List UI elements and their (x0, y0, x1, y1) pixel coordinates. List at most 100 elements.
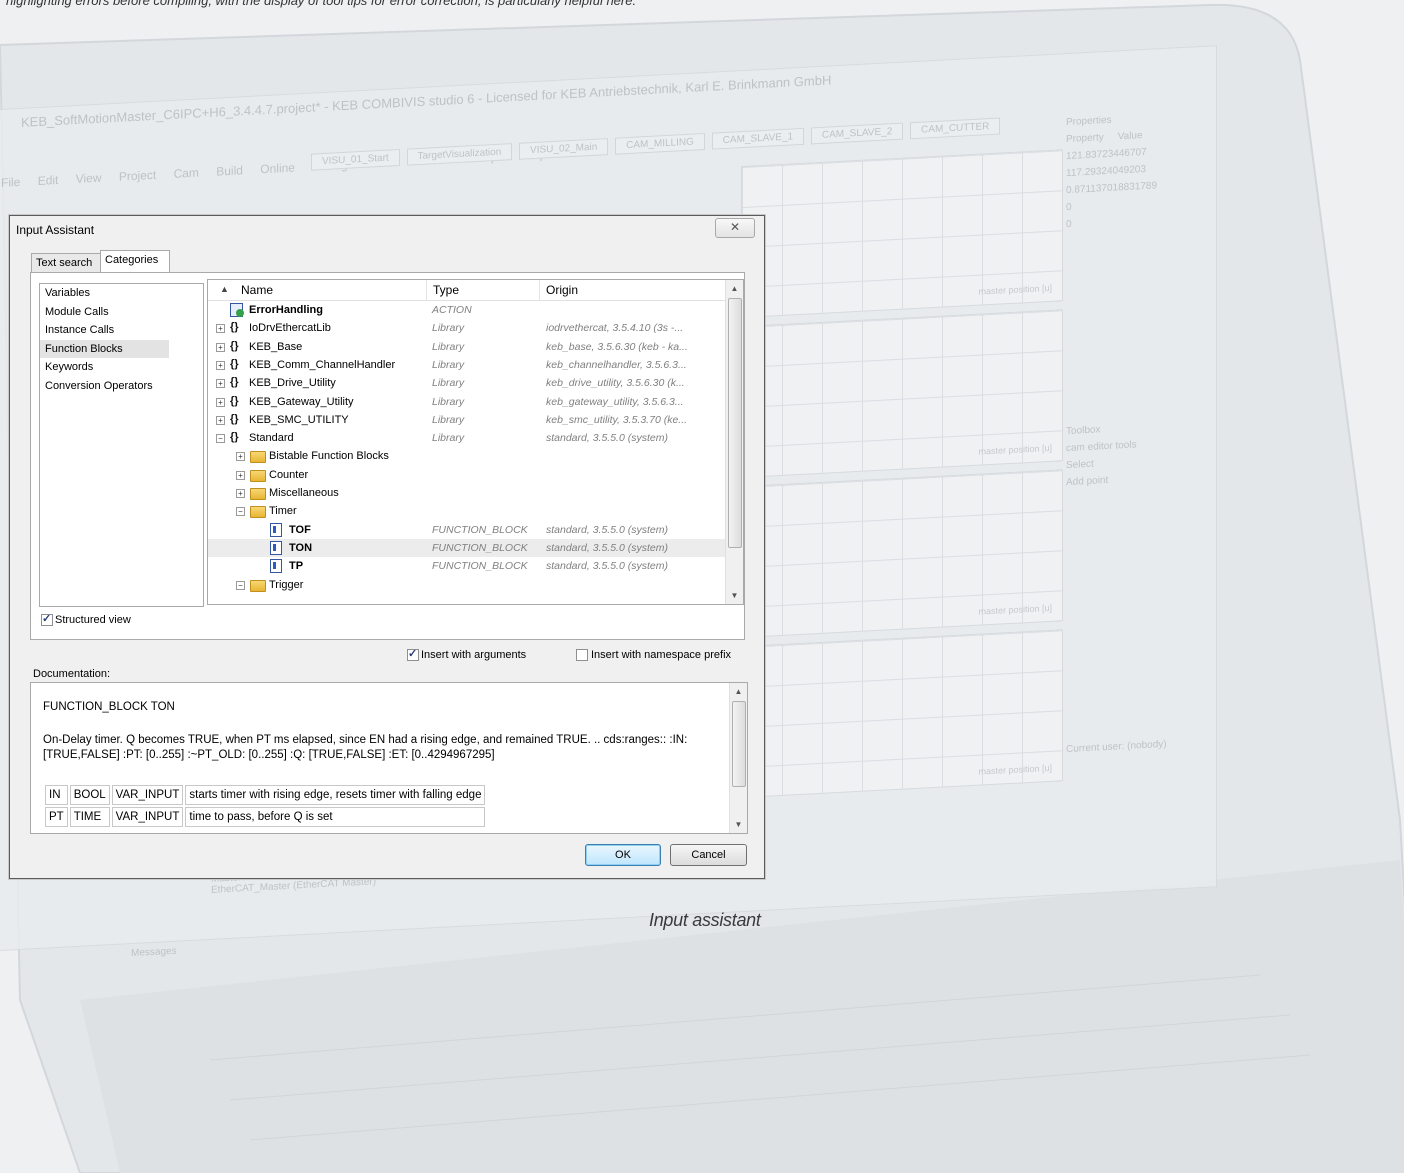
tree-row-name: Bistable Function Blocks (269, 450, 389, 463)
tree-row[interactable]: TON FUNCTION_BLOCK standard, 3.5.5.0 (syst… (208, 538, 725, 558)
expand-icon[interactable]: + (236, 452, 245, 462)
tree-row-name: Counter (269, 468, 309, 481)
tree-row[interactable]: + {} IoDrvEthercatLib Library iodrvethercat,… (208, 319, 725, 337)
tree-row[interactable]: − Trigger (208, 576, 725, 594)
background-cam-plot: master position [u] (741, 629, 1063, 799)
tree-row-origin: iodrvethercat, 3.5.4.10 (3s -... (546, 322, 684, 335)
bg-tab: CAM_MILLING (615, 133, 705, 155)
bg-axis-label: master position [u] (978, 442, 1052, 457)
tree-row-type: FUNCTION_BLOCK (432, 560, 528, 573)
tree-row[interactable]: + {} KEB_Comm_ChannelHandler Library keb_cha… (208, 356, 725, 374)
tree-row[interactable]: − Timer (208, 502, 725, 520)
tree-row[interactable]: −{} Standard Library standard, 3.5.5.0 (sys… (208, 429, 725, 447)
tree-row[interactable]: + Counter (208, 466, 725, 484)
dialog-title: Input Assistant (16, 223, 95, 237)
tab-text-search[interactable]: Text search (31, 253, 104, 272)
category-item[interactable]: Keywords (40, 358, 203, 377)
tree-row[interactable]: + Bistable Function Blocks (208, 447, 725, 465)
tree-row-name: KEB_Gateway_Utility (249, 395, 354, 408)
category-list[interactable]: Variables Module Calls Instance Calls Fu… (39, 283, 204, 607)
bg-menu-online: Online (260, 160, 295, 177)
tree-header: ▲ Name Type Origin (208, 280, 725, 301)
structured-view-checkbox[interactable] (41, 612, 53, 626)
expand-icon[interactable]: + (236, 489, 245, 498)
folder-icon (250, 451, 266, 464)
tree-row[interactable]: TOF FUNCTION_BLOCK standard, 3.5.5.0 (syst… (208, 521, 725, 539)
background-cam-plot: master position [u] (741, 149, 1063, 319)
insert-with-arguments-checkbox[interactable] (407, 647, 419, 661)
bg-prop-col: Property (1066, 132, 1104, 146)
scroll-thumb[interactable] (732, 701, 746, 787)
action-icon (230, 303, 244, 317)
category-item[interactable]: Module Calls (40, 303, 203, 322)
collapse-icon[interactable]: − (236, 580, 245, 590)
insert-with-namespace-checkbox[interactable] (576, 649, 588, 661)
tree-row-name: Trigger (269, 578, 304, 591)
collapse-icon[interactable]: − (236, 507, 245, 517)
param-type: BOOL (69, 785, 110, 805)
tab-categories[interactable]: Categories (100, 250, 170, 272)
insert-with-namespace-label: Insert with namespace prefix (591, 649, 732, 661)
tree-row-name: KEB_Drive_Utility (249, 377, 336, 390)
library-namespace-icon: {} (230, 357, 239, 370)
tree-row-type: Library (432, 340, 465, 353)
expand-icon[interactable]: + (236, 470, 245, 480)
element-tree[interactable]: ▲ Name Type Origin ErrorHandling ACTION + {… (207, 279, 744, 605)
category-item[interactable]: Variables (40, 284, 203, 303)
tree-row-origin: standard, 3.5.5.0 (system) (546, 541, 668, 554)
bg-tab: CAM_CUTTER (910, 117, 1001, 140)
tree-row-origin: standard, 3.5.5.0 (system) (546, 523, 668, 536)
expand-icon[interactable]: + (216, 360, 225, 370)
bg-tab: CAM_SLAVE_1 (711, 127, 805, 150)
library-namespace-icon: {} (230, 412, 239, 425)
tree-row[interactable]: TP FUNCTION_BLOCK standard, 3.5.5.0 (syste… (208, 557, 725, 575)
sort-ascending-icon[interactable]: ▲ (220, 284, 229, 294)
expand-icon[interactable]: + (216, 397, 225, 407)
tree-row[interactable]: + {} KEB_Gateway_Utility Library keb_gateway… (208, 393, 725, 411)
expand-icon[interactable]: + (216, 324, 225, 334)
function-block-icon (270, 559, 282, 574)
expand-icon[interactable]: + (216, 342, 225, 352)
column-name[interactable]: Name (235, 280, 427, 300)
tree-row-name: Standard (249, 432, 294, 445)
tree-row-origin: keb_base, 3.5.6.30 (keb - ka... (546, 340, 688, 353)
table-row: PT TIME VAR_INPUT time to pass, before Q… (45, 807, 486, 827)
tree-row[interactable]: + {} KEB_Drive_Utility Library keb_drive_uti… (208, 374, 725, 392)
function-block-icon (270, 522, 282, 537)
ok-button[interactable]: OK (585, 844, 661, 866)
figure-caption: Input assistant (649, 910, 761, 930)
tree-row[interactable]: ErrorHandling ACTION (208, 301, 725, 319)
column-origin[interactable]: Origin (539, 280, 726, 300)
column-type[interactable]: Type (426, 280, 533, 300)
insert-with-arguments-label: Insert with arguments (421, 649, 527, 661)
scroll-up-icon[interactable]: ▲ (726, 280, 743, 297)
tree-row-name: TOF (289, 523, 311, 536)
category-item-selected[interactable]: Function Blocks (40, 339, 169, 358)
tree-row[interactable]: + Miscellaneous (208, 484, 725, 502)
expand-icon[interactable]: + (216, 415, 225, 425)
category-item[interactable]: Instance Calls (40, 321, 203, 340)
bg-menu-build: Build (216, 163, 243, 179)
scroll-thumb[interactable] (728, 298, 742, 548)
tree-row-name: KEB_SMC_UTILITY (249, 413, 349, 426)
scroll-down-icon[interactable]: ▼ (730, 816, 747, 833)
tree-scrollbar[interactable]: ▲ ▼ (725, 280, 743, 604)
tree-row[interactable]: + {} KEB_SMC_UTILITY Library keb_smc_utility… (208, 411, 725, 429)
category-item[interactable]: Conversion Operators (40, 377, 203, 396)
cancel-button[interactable]: Cancel (670, 844, 747, 866)
tree-row[interactable]: + {} KEB_Base Library keb_base, 3.5.6.30 (ke… (208, 338, 725, 356)
scroll-down-icon[interactable]: ▼ (726, 587, 743, 604)
folder-icon (250, 488, 266, 500)
tree-row-name: Miscellaneous (269, 487, 339, 499)
documentation-box[interactable]: FUNCTION_BLOCK TON On-Delay timer. Q bec… (30, 682, 748, 834)
bg-tab: CAM_SLAVE_2 (810, 122, 904, 145)
param-kind: VAR_INPUT (111, 785, 184, 805)
close-button[interactable]: ✕ (715, 218, 755, 238)
doc-scrollbar[interactable]: ▲ ▼ (729, 683, 747, 833)
scroll-up-icon[interactable]: ▲ (730, 683, 747, 700)
expand-icon[interactable]: + (216, 379, 225, 389)
library-namespace-icon: {} (230, 376, 239, 389)
collapse-icon[interactable]: − (216, 434, 225, 444)
tree-row-type: FUNCTION_BLOCK (432, 523, 528, 536)
tree-row-name: Timer (269, 505, 297, 518)
